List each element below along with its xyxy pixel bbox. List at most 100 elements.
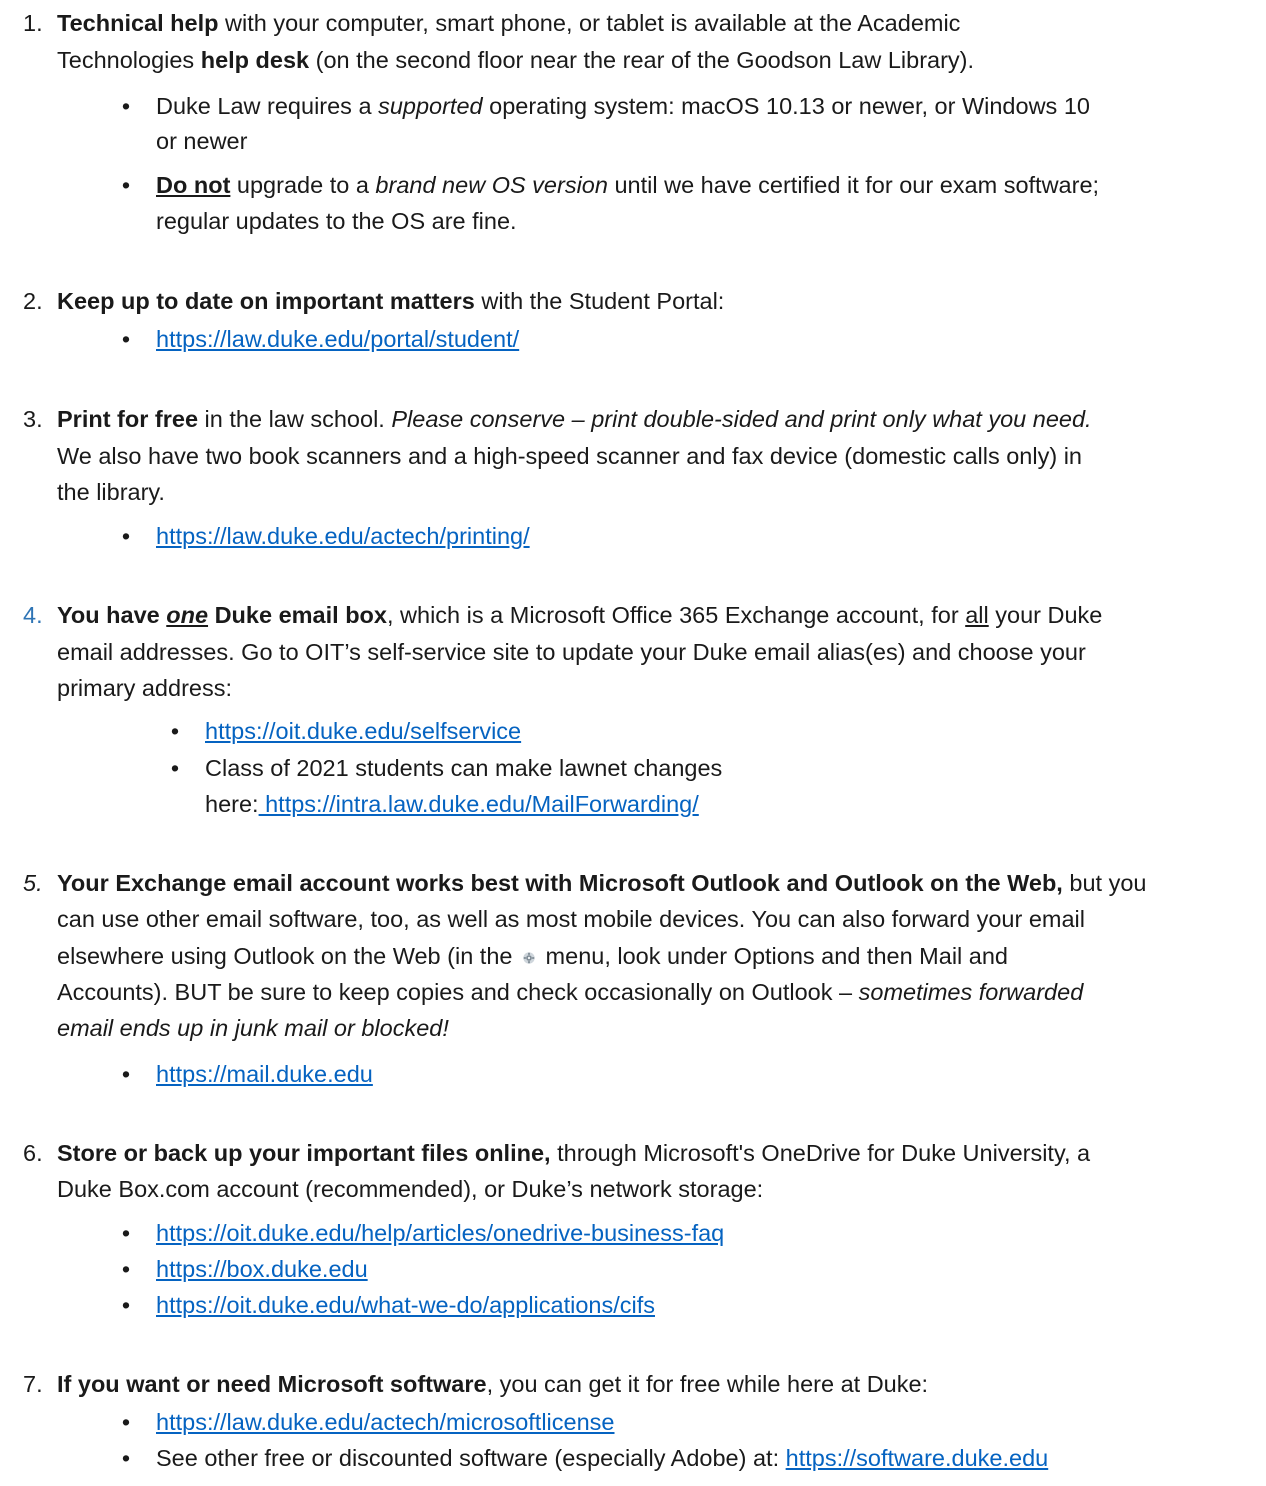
item-number: 3. — [23, 406, 43, 432]
text-run: until we have certified it for our exam … — [607, 172, 1100, 198]
item-line: Your Exchange email account works best w… — [57, 868, 1146, 898]
url-link[interactable]: https://oit.duke.edu/help/articles/onedr… — [156, 1220, 724, 1246]
url-link[interactable]: https://intra.law.duke.edu/MailForwardin… — [259, 791, 699, 817]
bullet-dot: • — [121, 326, 131, 352]
text-run: here: — [205, 791, 259, 817]
text-run: one — [166, 602, 209, 628]
item-line: You have one Duke email box, which is a … — [57, 600, 1102, 630]
text-run: regular updates to the OS are fine. — [156, 208, 517, 234]
item-number: 7. — [23, 1371, 43, 1397]
bullet-dot: • — [170, 718, 180, 744]
text-run: but you — [1062, 870, 1147, 896]
text-run: help desk — [200, 47, 310, 73]
item-line: primary address: — [57, 673, 232, 703]
url-link[interactable]: https://box.duke.edu — [156, 1256, 368, 1282]
url-link[interactable]: https://law.duke.edu/portal/student/ — [156, 326, 519, 352]
text-run: Do not — [156, 172, 231, 198]
bullet-line: https://law.duke.edu/actech/printing/ — [156, 521, 530, 551]
bullet-line: regular updates to the OS are fine. — [156, 206, 517, 236]
url-link[interactable]: https://mail.duke.edu — [156, 1061, 373, 1087]
text-run: Class of 2021 students can make lawnet c… — [205, 755, 723, 781]
bullet-line: or newer — [156, 126, 247, 156]
item-line: Technologies help desk (on the second fl… — [57, 45, 974, 75]
text-run: with the Student Portal: — [474, 288, 725, 314]
bullet-dot: • — [121, 1061, 131, 1087]
bullet-line: See other free or discounted software (e… — [156, 1443, 1048, 1473]
text-run: You have — [57, 602, 167, 628]
bullet-line: here: https://intra.law.duke.edu/MailFor… — [205, 789, 699, 819]
text-run: through Microsoft's OneDrive for Duke Un… — [550, 1140, 1091, 1166]
item-line: the library. — [57, 477, 165, 507]
bullet-dot: • — [121, 523, 131, 549]
text-run: or newer — [156, 128, 248, 154]
bullet-line: https://oit.duke.edu/selfservice — [205, 716, 521, 746]
url-link[interactable]: https://law.duke.edu/actech/printing/ — [156, 523, 530, 549]
text-run: operating system: macOS 10.13 or newer, … — [482, 93, 1090, 119]
bullet-line: https://oit.duke.edu/what-we-do/applicat… — [156, 1290, 655, 1320]
item-number: 6. — [23, 1140, 43, 1166]
text-run: the library. — [57, 479, 165, 505]
bullet-line: Class of 2021 students can make lawnet c… — [205, 753, 722, 783]
text-run: email addresses. Go to OIT’s self-servic… — [57, 639, 1086, 665]
url-link[interactable]: https://oit.duke.edu/selfservice — [205, 718, 521, 744]
bullet-dot: • — [121, 1220, 131, 1246]
text-run: primary address: — [57, 675, 232, 701]
item-line: email ends up in junk mail or blocked! — [57, 1013, 449, 1043]
text-run: upgrade to a — [230, 172, 376, 198]
bullet-line: https://box.duke.edu — [156, 1254, 368, 1284]
text-run: brand new OS version — [375, 172, 608, 198]
bullet-line: https://oit.duke.edu/help/articles/onedr… — [156, 1218, 724, 1248]
text-run: in the law school. — [198, 406, 392, 432]
item-line: If you want or need Microsoft software, … — [57, 1369, 928, 1399]
text-run: Duke Law requires a — [156, 93, 379, 119]
text-run: Accounts). BUT be sure to keep copies an… — [57, 979, 859, 1005]
text-run: We also have two book scanners and a hig… — [57, 443, 1082, 469]
text-run: , you can get it for free while here at … — [486, 1371, 929, 1397]
bullet-dot: • — [121, 1445, 131, 1471]
bullet-line: Duke Law requires a supported operating … — [156, 91, 1090, 121]
bullet-line: https://law.duke.edu/actech/microsoftlic… — [156, 1407, 615, 1437]
item-number: 4. — [23, 602, 43, 628]
bullet-dot: • — [121, 1409, 131, 1435]
bullet-line: https://mail.duke.edu — [156, 1059, 373, 1089]
item-line: We also have two book scanners and a hig… — [57, 441, 1082, 471]
item-line: email addresses. Go to OIT’s self-servic… — [57, 637, 1086, 667]
gear-icon — [522, 942, 536, 964]
document-page: 1. Technical help with your computer, sm… — [0, 0, 1266, 1486]
text-run: all — [965, 602, 989, 628]
item-number: 1. — [23, 10, 43, 36]
text-run: elsewhere using Outlook on the Web (in t… — [57, 943, 520, 969]
text-run: sometimes forwarded — [858, 979, 1084, 1005]
text-run: Print for free — [57, 406, 199, 432]
text-run: See other free or discounted software (e… — [156, 1445, 786, 1471]
text-run: Store or back up your important files on… — [57, 1140, 551, 1166]
item-line: Technical help with your computer, smart… — [57, 8, 960, 38]
text-run: can use other email software, too, as we… — [57, 906, 1085, 932]
text-run: , which is a Microsoft Office 365 Exchan… — [386, 602, 966, 628]
item-line: elsewhere using Outlook on the Web (in t… — [57, 941, 1008, 971]
bullet-dot: • — [121, 1256, 131, 1282]
url-link[interactable]: https://law.duke.edu/actech/microsoftlic… — [156, 1409, 615, 1435]
bullet-dot: • — [121, 93, 131, 119]
text-run: (on the second floor near the rear of th… — [309, 47, 975, 73]
item-line: Duke Box.com account (recommended), or D… — [57, 1174, 763, 1204]
text-run: Technologies — [57, 47, 201, 73]
text-run: with your computer, smart phone, or tabl… — [218, 10, 961, 36]
bullet-dot: • — [121, 1292, 131, 1318]
text-run: Keep up to date on important matters — [57, 288, 475, 314]
text-run: email ends up in junk mail or blocked! — [57, 1015, 449, 1041]
text-run: Technical help — [57, 10, 219, 36]
bullet-dot: • — [121, 172, 131, 198]
bullet-dot: • — [170, 755, 180, 781]
text-run: Duke email box — [208, 602, 387, 628]
text-run: supported — [378, 93, 483, 119]
text-run: Please conserve – print double-sided and… — [391, 406, 1092, 432]
bullet-line: Do not upgrade to a brand new OS version… — [156, 170, 1099, 200]
item-line: can use other email software, too, as we… — [57, 904, 1085, 934]
item-line: Accounts). BUT be sure to keep copies an… — [57, 977, 1083, 1007]
bullet-line: https://law.duke.edu/portal/student/ — [156, 324, 519, 354]
url-link[interactable]: https://software.duke.edu — [786, 1445, 1049, 1471]
item-line: Print for free in the law school. Please… — [57, 404, 1092, 434]
item-number: 2. — [23, 288, 43, 314]
url-link[interactable]: https://oit.duke.edu/what-we-do/applicat… — [156, 1292, 655, 1318]
